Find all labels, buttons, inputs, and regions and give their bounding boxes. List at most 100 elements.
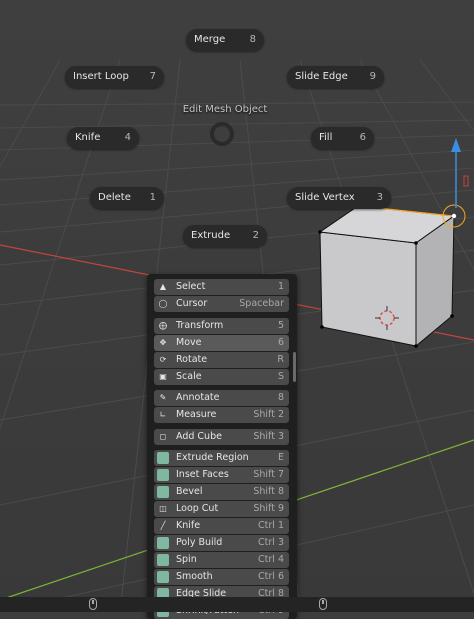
extrude-region-icon [157,452,169,464]
tool-item-label: Select [176,281,206,292]
tool-menu-scrollbar[interactable] [293,352,296,382]
tool-item-label: Transform [176,320,224,331]
tool-item-label: Smooth [176,571,213,582]
tool-item-hotkey: Ctrl 3 [258,537,284,548]
pie-item-label: Fill [319,132,333,143]
tool-item-label: Move [176,337,202,348]
tool-item-label: Annotate [176,392,220,403]
pie-item-hotkey: 9 [369,71,376,82]
z-axis-gizmo-icon[interactable] [451,138,461,208]
tool-item-label: Rotate [176,354,208,365]
pie-item-hotkey: 4 [124,132,131,143]
inset-faces-icon [157,469,169,481]
measure-icon: ∟ [159,410,167,419]
tool-item-label: Knife [176,520,201,531]
tool-item-hotkey: Shift 7 [253,469,284,480]
pie-item-merge[interactable]: Merge 8 [186,29,264,51]
tool-item-label: Measure [176,409,217,420]
pie-item-hotkey: 1 [149,192,156,203]
tool-item-select[interactable]: ▲ Select 1 [154,279,289,295]
pie-item-extrude[interactable]: Extrude 2 [183,225,267,247]
tool-item-smooth[interactable]: Smooth Ctrl 6 [154,569,289,585]
tool-item-label: Add Cube [176,431,222,442]
tool-item-hotkey: S [277,371,284,382]
pie-item-label: Insert Loop [73,71,129,82]
annotate-icon: ✎ [159,393,167,402]
transform-icon: ⨁ [159,321,167,330]
pie-item-fill[interactable]: Fill 6 [311,127,374,149]
pie-item-hotkey: 8 [249,34,256,45]
spin-icon [157,554,169,566]
tool-item-knife[interactable]: ╱ Knife Ctrl 1 [154,518,289,534]
tool-item-hotkey: 1 [277,281,284,292]
tool-item-hotkey: Shift 9 [253,503,284,514]
tool-item-label: Inset Faces [176,469,229,480]
tool-item-label: Loop Cut [176,503,219,514]
tool-item-label: Scale [176,371,202,382]
tool-item-label: Bevel [176,486,203,497]
tool-item-inset-faces[interactable]: Inset Faces Shift 7 [154,467,289,483]
tool-item-cursor[interactable]: ◯ Cursor Spacebar [154,296,289,312]
tool-item-hotkey: E [277,452,284,463]
cursor-arrow-icon: ▲ [159,282,167,291]
add-cube-icon: ◻ [159,432,167,441]
pie-item-label: Extrude [191,230,231,241]
tool-item-hotkey: Ctrl 1 [258,520,284,531]
status-bar [0,597,474,612]
pie-item-hotkey: 2 [252,230,259,241]
tool-item-label: Extrude Region [176,452,249,463]
gizmo-red-marker-icon [463,175,469,187]
tool-item-measure[interactable]: ∟ Measure Shift 2 [154,407,289,423]
tool-item-add-cube[interactable]: ◻ Add Cube Shift 3 [154,429,289,445]
poly-build-icon [157,537,169,549]
tool-item-hotkey: Ctrl 4 [258,554,284,565]
tool-item-move[interactable]: ✥ Move 6 [154,335,289,351]
3d-cursor-icon: ◯ [158,299,168,308]
tool-item-hotkey: 5 [277,320,284,331]
tool-item-hotkey: 8 [277,392,284,403]
loop-cut-icon: ◫ [159,504,167,513]
mouse-left-icon [89,598,97,610]
pie-center-ring-icon [210,122,234,146]
tool-item-transform[interactable]: ⨁ Transform 5 [154,318,289,334]
pie-item-label: Merge [194,34,226,45]
pie-item-label: Slide Vertex [295,192,355,203]
pie-item-hotkey: 6 [359,132,366,143]
pie-item-knife[interactable]: Knife 4 [67,127,139,149]
knife-icon: ╱ [160,521,166,530]
bevel-icon [157,486,169,498]
tool-item-hotkey: Shift 2 [253,409,284,420]
move-icon: ✥ [159,338,167,347]
tool-item-annotate[interactable]: ✎ Annotate 8 [154,390,289,406]
tool-item-label: Spin [176,554,197,565]
tool-item-hotkey: Shift 3 [253,431,284,442]
tool-item-loop-cut[interactable]: ◫ Loop Cut Shift 9 [154,501,289,517]
pie-item-hotkey: 3 [376,192,383,203]
tool-item-hotkey: Spacebar [239,298,284,309]
tool-item-bevel[interactable]: Bevel Shift 8 [154,484,289,500]
mouse-middle-icon [319,598,327,610]
tool-item-hotkey: 6 [277,337,284,348]
tool-item-spin[interactable]: Spin Ctrl 4 [154,552,289,568]
tool-item-extrude-region[interactable]: Extrude Region E [154,450,289,466]
tool-item-hotkey: R [277,354,284,365]
pie-item-slide-vertex[interactable]: Slide Vertex 3 [287,187,391,209]
tool-item-hotkey: Ctrl 6 [258,571,284,582]
tool-item-hotkey: Shift 8 [253,486,284,497]
pie-item-label: Slide Edge [295,71,348,82]
tool-item-poly-build[interactable]: Poly Build Ctrl 3 [154,535,289,551]
tool-item-rotate[interactable]: ⟳ Rotate R [154,352,289,368]
pie-item-slide-edge[interactable]: Slide Edge 9 [287,66,384,88]
tool-item-label: Cursor [176,298,208,309]
pie-item-delete[interactable]: Delete 1 [90,187,164,209]
pie-item-label: Delete [98,192,131,203]
pie-item-label: Knife [75,132,101,143]
tool-item-label: Poly Build [176,537,223,548]
tool-menu-popup: ▲ Select 1 ◯ Cursor Spacebar ⨁ Transform… [147,274,297,619]
pie-item-hotkey: 7 [149,71,156,82]
tool-item-scale[interactable]: ▣ Scale S [154,369,289,385]
pie-menu-title: Edit Mesh Object [182,104,268,115]
scale-icon: ▣ [159,372,167,381]
pie-item-insert-loop[interactable]: Insert Loop 7 [65,66,164,88]
smooth-icon [157,571,169,583]
